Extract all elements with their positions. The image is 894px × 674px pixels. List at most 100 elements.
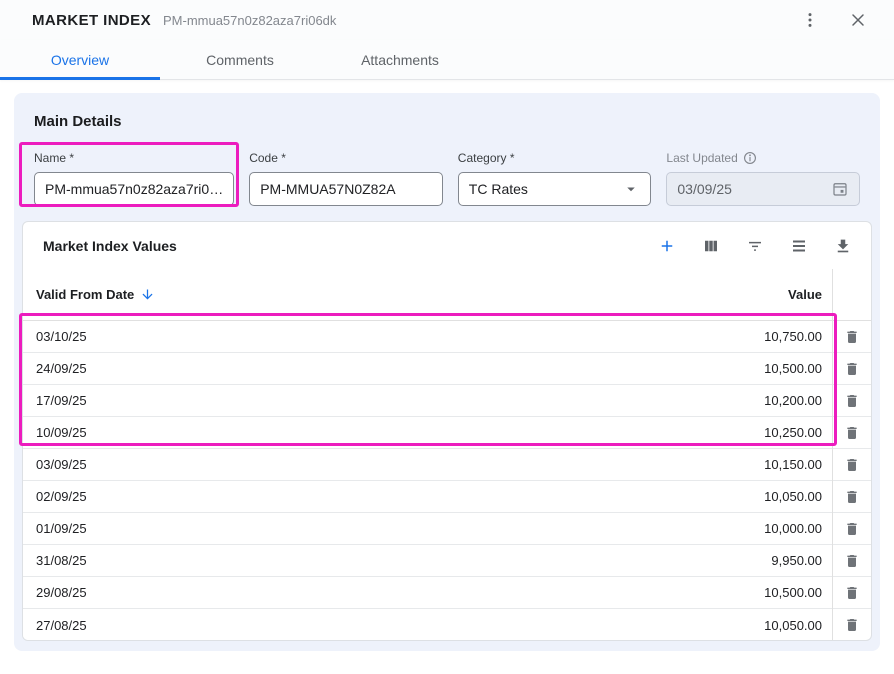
name-input[interactable]: PM-mmua57n0z82aza7ri0… (34, 172, 234, 206)
delete-row-button[interactable] (833, 545, 871, 577)
value-cell[interactable]: 10,050.00 (764, 618, 822, 633)
values-grid: Valid From Date Value 03/10/25 10,750.00… (23, 269, 871, 641)
date-cell[interactable]: 31/08/25 (36, 553, 87, 568)
date-cell[interactable]: 27/08/25 (36, 618, 87, 633)
code-input[interactable]: PM-MMUA57N0Z82A (249, 172, 443, 206)
table-title: Market Index Values (43, 238, 177, 254)
table-toolbar-icons (655, 234, 855, 258)
category-field-group: Category * TC Rates (458, 151, 652, 206)
tab-comments-label: Comments (206, 52, 274, 68)
tab-overview[interactable]: Overview (0, 40, 160, 79)
download-button[interactable] (831, 234, 855, 258)
close-button[interactable] (846, 8, 870, 32)
table-row[interactable]: 01/09/25 10,000.00 (23, 513, 832, 545)
column-header-value[interactable]: Value (788, 287, 822, 302)
category-label: Category * (458, 151, 652, 165)
table-row[interactable]: 31/08/25 9,950.00 (23, 545, 832, 577)
trash-icon (844, 489, 860, 505)
table-row[interactable]: 03/09/25 10,150.00 (23, 449, 832, 481)
columns-button[interactable] (699, 234, 723, 258)
delete-row-button[interactable] (833, 353, 871, 385)
delete-row-button[interactable] (833, 417, 871, 449)
titlebar: MARKET INDEX PM-mmua57n0z82aza7ri06dk (0, 0, 894, 40)
density-button[interactable] (787, 234, 811, 258)
table-rows: 03/10/25 10,750.00 24/09/25 10,500.00 17… (23, 321, 832, 641)
table-row[interactable]: 17/09/25 10,200.00 (23, 385, 832, 417)
date-cell[interactable]: 29/08/25 (36, 585, 87, 600)
table-toolbar: Market Index Values (23, 222, 871, 269)
delete-row-button[interactable] (833, 385, 871, 417)
trash-icon (844, 393, 860, 409)
section-title: Main Details (34, 93, 860, 130)
date-cell[interactable]: 03/09/25 (36, 457, 87, 472)
filter-button[interactable] (743, 234, 767, 258)
main-details-form: Name * PM-mmua57n0z82aza7ri0… Code * PM-… (34, 151, 860, 206)
trash-column (832, 269, 871, 641)
value-cell[interactable]: 10,250.00 (764, 425, 822, 440)
kebab-menu-button[interactable] (798, 8, 822, 32)
delete-row-button[interactable] (833, 449, 871, 481)
name-label: Name * (34, 151, 234, 165)
last-updated-field-group: Last Updated 03/09/25 (666, 151, 860, 206)
last-updated-value: 03/09/25 (677, 181, 732, 197)
trash-column-header (833, 269, 871, 321)
delete-row-button[interactable] (833, 609, 871, 641)
table-row[interactable]: 10/09/25 10,250.00 (23, 417, 832, 449)
add-row-button[interactable] (655, 234, 679, 258)
value-cell[interactable]: 10,500.00 (764, 361, 822, 376)
delete-row-button[interactable] (833, 481, 871, 513)
grid-column-headers: Valid From Date Value (23, 269, 832, 321)
last-updated-input[interactable]: 03/09/25 (666, 172, 860, 206)
filter-icon (746, 237, 764, 255)
tab-attachments[interactable]: Attachments (320, 40, 480, 79)
page-title: MARKET INDEX (32, 12, 151, 29)
last-updated-label-text: Last Updated (666, 151, 737, 165)
table-row[interactable]: 29/08/25 10,500.00 (23, 577, 832, 609)
trash-icon (844, 553, 860, 569)
delete-row-button[interactable] (833, 577, 871, 609)
date-cell[interactable]: 02/09/25 (36, 489, 87, 504)
column-header-valid-from-date[interactable]: Valid From Date (36, 287, 155, 302)
record-id-subtitle: PM-mmua57n0z82aza7ri06dk (163, 13, 336, 28)
delete-row-button[interactable] (833, 321, 871, 353)
date-cell[interactable]: 10/09/25 (36, 425, 87, 440)
grid-main: Valid From Date Value 03/10/25 10,750.00… (23, 269, 832, 641)
trash-icon (844, 361, 860, 377)
main-panel: Main Details Name * PM-mmua57n0z82aza7ri… (14, 93, 880, 651)
tabs-bar: Overview Comments Attachments (0, 40, 894, 80)
name-field-group: Name * PM-mmua57n0z82aza7ri0… (34, 151, 234, 206)
value-header-label: Value (788, 287, 822, 302)
titlebar-actions (798, 8, 870, 32)
trash-icon (844, 425, 860, 441)
value-cell[interactable]: 10,150.00 (764, 457, 822, 472)
delete-row-button[interactable] (833, 513, 871, 545)
trash-icon (844, 329, 860, 345)
date-cell[interactable]: 03/10/25 (36, 329, 87, 344)
value-cell[interactable]: 10,000.00 (764, 521, 822, 536)
tab-comments[interactable]: Comments (160, 40, 320, 79)
table-row[interactable]: 27/08/25 10,050.00 (23, 609, 832, 641)
date-cell[interactable]: 24/09/25 (36, 361, 87, 376)
trash-icon (844, 521, 860, 537)
trash-column-cells (833, 321, 871, 641)
table-row[interactable]: 03/10/25 10,750.00 (23, 321, 832, 353)
value-cell[interactable]: 10,500.00 (764, 585, 822, 600)
code-label: Code * (249, 151, 443, 165)
date-cell[interactable]: 01/09/25 (36, 521, 87, 536)
value-cell[interactable]: 10,050.00 (764, 489, 822, 504)
table-row[interactable]: 24/09/25 10,500.00 (23, 353, 832, 385)
value-cell[interactable]: 10,750.00 (764, 329, 822, 344)
value-cell[interactable]: 9,950.00 (771, 553, 822, 568)
info-icon[interactable] (743, 151, 757, 165)
calendar-icon (831, 180, 849, 198)
plus-icon (658, 237, 676, 255)
market-index-values-card: Market Index Values (22, 221, 872, 641)
category-select[interactable]: TC Rates (458, 172, 652, 206)
code-input-value: PM-MMUA57N0Z82A (260, 181, 395, 197)
sort-desc-icon (140, 287, 155, 302)
value-cell[interactable]: 10,200.00 (764, 393, 822, 408)
table-row[interactable]: 02/09/25 10,050.00 (23, 481, 832, 513)
trash-icon (844, 585, 860, 601)
download-icon (834, 237, 852, 255)
date-cell[interactable]: 17/09/25 (36, 393, 87, 408)
